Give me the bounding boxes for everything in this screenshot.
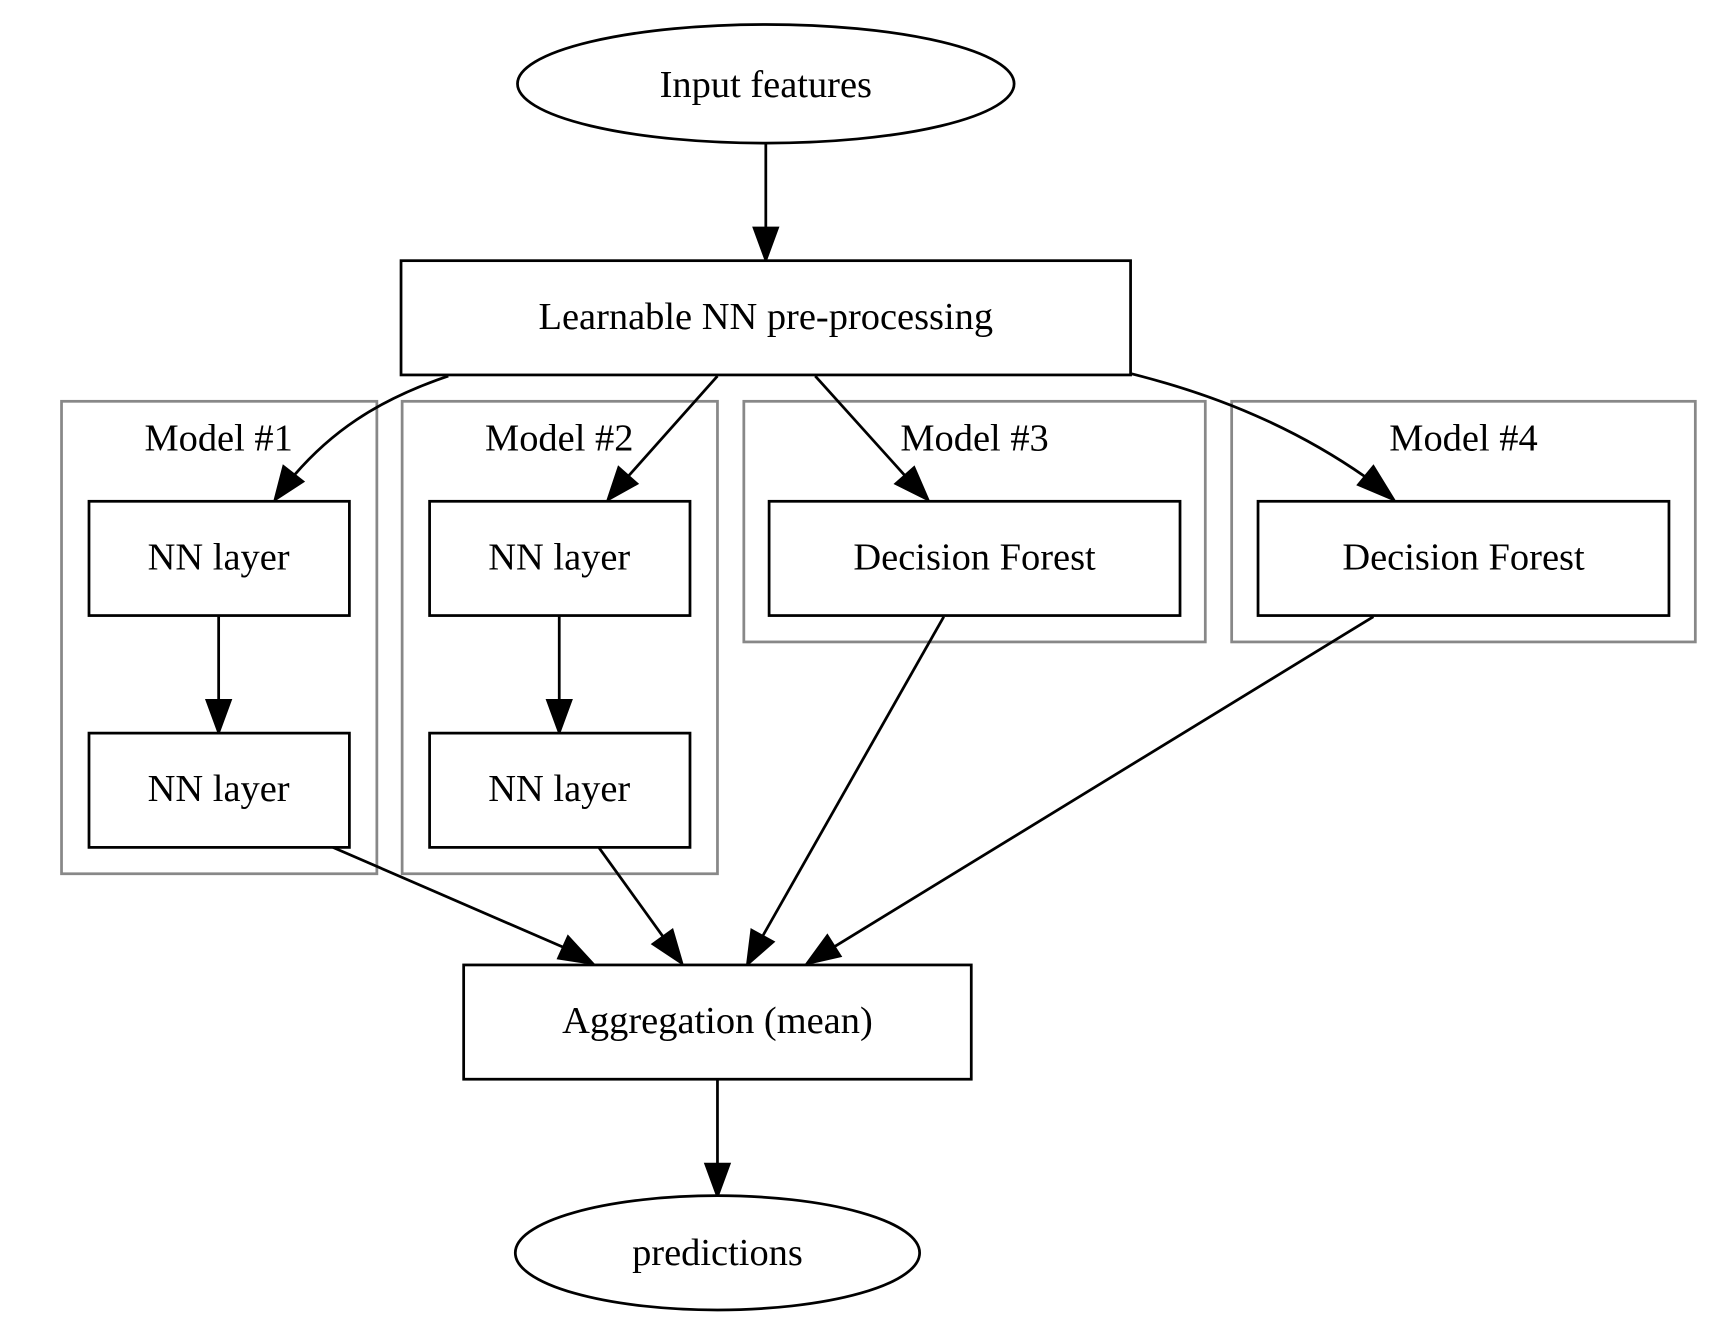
node-label: Input features	[660, 64, 872, 106]
arrowhead	[803, 933, 843, 966]
edge-m1-aggregation	[332, 846, 565, 949]
node-label: NN layer	[488, 536, 630, 578]
edge-m2-aggregation	[597, 846, 665, 939]
node-label: NN layer	[148, 768, 290, 810]
node-label: predictions	[632, 1232, 803, 1274]
node-preprocessing: Learnable NN pre-processing	[399, 259, 1132, 377]
arrowhead	[545, 699, 573, 737]
cluster-label: Model #1	[144, 418, 292, 460]
edge-m3-aggregation	[761, 615, 945, 938]
node-m1-nn-layer-1: NN layer	[87, 499, 351, 617]
node-label: Learnable NN pre-processing	[538, 296, 993, 338]
node-label: NN layer	[148, 536, 290, 578]
edge-preprocess-m4	[1131, 372, 1367, 479]
edge-preprocess-m1	[293, 374, 449, 476]
cluster-label: Model #4	[1389, 418, 1537, 460]
node-aggregation: Aggregation (mean)	[462, 963, 973, 1081]
cluster-label: Model #2	[485, 418, 633, 460]
node-predictions: predictions	[513, 1194, 922, 1312]
node-label: Aggregation (mean)	[562, 1000, 873, 1042]
node-label: NN layer	[488, 768, 630, 810]
arrowhead	[752, 226, 780, 264]
node-m4-decision-forest: Decision Forest	[1256, 499, 1671, 617]
arrowhead	[703, 1162, 732, 1200]
arrowhead	[745, 928, 776, 968]
arrowhead	[556, 934, 597, 966]
edge-preprocess-m3	[814, 375, 907, 477]
cluster-label: Model #3	[900, 418, 1048, 460]
arrowhead	[204, 699, 233, 737]
node-label: Decision Forest	[1342, 536, 1585, 578]
edge-preprocess-m2	[627, 375, 719, 477]
node-input-features: Input features	[516, 23, 1016, 145]
node-m3-decision-forest: Decision Forest	[767, 499, 1182, 617]
arrowhead	[650, 927, 685, 967]
arrowhead	[1356, 464, 1398, 503]
node-label: Decision Forest	[853, 536, 1096, 578]
node-m2-nn-layer-1: NN layer	[428, 499, 692, 617]
node-m2-nn-layer-2: NN layer	[428, 731, 692, 849]
node-m1-nn-layer-2: NN layer	[87, 731, 351, 849]
flow-diagram: Model #1 Model #2 Model #3 Model #4 Inpu…	[60, 23, 1697, 1312]
